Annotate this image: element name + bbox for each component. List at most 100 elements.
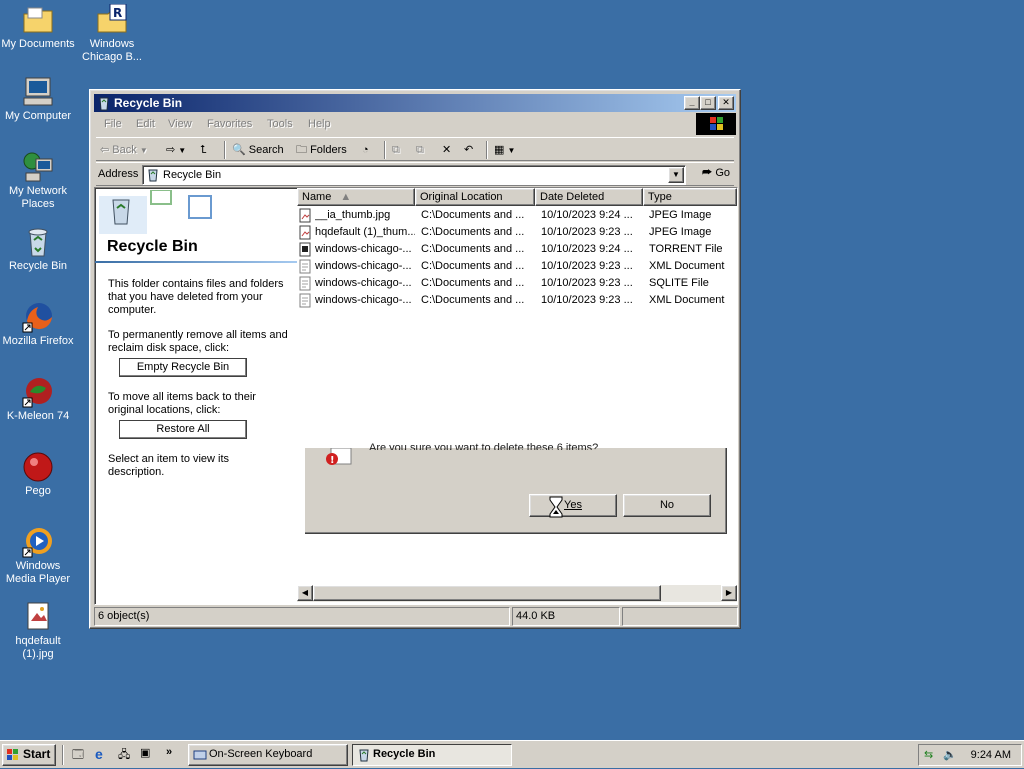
column-header-type[interactable]: Type [643, 188, 737, 206]
folders-button[interactable]: 🗀 Folders [296, 141, 347, 159]
select-hint: Select an item to view its description. [108, 453, 230, 478]
table-row[interactable]: windows-chicago-... C:\Documents and ...… [297, 241, 737, 258]
media-icon[interactable]: ▣ [140, 746, 150, 759]
toolbar-separator [486, 141, 488, 159]
forward-button[interactable]: ⇨ ▼ [166, 141, 186, 159]
title-bar[interactable]: Recycle Bin _ □ ✕ [94, 94, 736, 112]
desktop-icon-label: Windows [89, 38, 135, 50]
address-input[interactable]: Recycle Bin ▼ [142, 165, 686, 185]
back-button[interactable]: ⇦ Back ▼ [100, 141, 148, 159]
undo-icon: ↶ [464, 144, 474, 156]
hourglass-cursor-icon [549, 496, 563, 518]
desktop-icon-label: My Network [8, 185, 68, 197]
menu-tools[interactable]: Tools [267, 118, 293, 130]
copy-to-icon: ⧉ [416, 144, 424, 156]
scroll-thumb[interactable] [313, 585, 661, 601]
table-row[interactable]: hqdefault (1)_thum... C:\Documents and .… [297, 224, 737, 241]
taskbar: Start 🗔 e 🖧 ▣ » On-Screen Keyboard Recyc… [0, 740, 1024, 768]
toolbar-separator [224, 141, 226, 159]
pego-icon [22, 451, 54, 483]
minimize-button[interactable]: _ [684, 96, 700, 110]
horizontal-scrollbar[interactable]: ◀ ▶ [297, 585, 737, 602]
desktop-icon-hqdefault[interactable]: hqdefault (1).jpg [0, 601, 76, 661]
chevron-down-icon: ▼ [672, 170, 680, 179]
recycle-bin-banner-icon [99, 189, 219, 236]
restore-hint: To move all items back to their original… [108, 391, 256, 416]
status-size: 44.0 KB [512, 607, 620, 626]
cell-location: C:\Documents and ... [421, 209, 525, 221]
copy-to-button[interactable]: ⧉ [416, 141, 424, 159]
task-on-screen-keyboard[interactable]: On-Screen Keyboard [188, 744, 348, 766]
desktop-icon-label: Windows [15, 560, 61, 572]
desktop-icon-media-player[interactable]: Windows Media Player [0, 526, 76, 586]
network-icon[interactable]: 🖧 [118, 746, 130, 765]
go-button[interactable]: ⮫ Go [702, 167, 730, 180]
maximize-button[interactable]: □ [700, 96, 716, 110]
task-recycle-bin[interactable]: Recycle Bin [352, 744, 512, 766]
history-button[interactable]: ◔ [362, 141, 369, 159]
delete-button[interactable]: ✕ [442, 141, 451, 159]
cell-location: C:\Documents and ... [421, 294, 525, 306]
desktop-icon-label: Pego [25, 485, 51, 497]
menu-favorites[interactable]: Favorites [207, 118, 252, 130]
sqlite-file-icon [299, 276, 312, 291]
address-dropdown-button[interactable]: ▼ [668, 167, 684, 183]
column-header-original-location[interactable]: Original Location [415, 188, 535, 206]
empty-recycle-bin-button[interactable]: Empty Recycle Bin [119, 358, 247, 377]
warning-icon: ! [323, 447, 355, 468]
table-row[interactable]: windows-chicago-... C:\Documents and ...… [297, 292, 737, 309]
panel-divider [95, 261, 297, 263]
yes-button[interactable]: Yes [529, 494, 617, 517]
desktop-icon-windows-chicago[interactable]: R Windows Chicago B... [74, 3, 150, 64]
scroll-left-button[interactable]: ◀ [297, 585, 313, 601]
desktop-icon-firefox[interactable]: Mozilla Firefox [0, 301, 76, 348]
up-folder-button[interactable]: ⮤ [200, 141, 207, 159]
desktop-icon-my-documents[interactable]: My Documents [0, 4, 76, 51]
views-button[interactable]: ▦ ▼ [494, 141, 515, 159]
menu-bar: File Edit View Favorites Tools Help [96, 114, 696, 134]
restore-all-button[interactable]: Restore All [119, 420, 247, 439]
menu-help[interactable]: Help [308, 118, 331, 130]
desktop-icon-pego[interactable]: Pego [0, 451, 76, 498]
chevron-down-icon: ▼ [178, 146, 187, 155]
column-header-name[interactable]: Name ▲ [297, 188, 415, 206]
table-row[interactable]: __ia_thumb.jpg C:\Documents and ... 10/1… [297, 207, 737, 224]
search-button[interactable]: 🔍 Search [232, 141, 284, 159]
speaker-tray-icon[interactable]: 🔈 [943, 748, 957, 761]
table-row[interactable]: windows-chicago-... C:\Documents and ...… [297, 275, 737, 292]
image-file-icon [22, 601, 54, 633]
menu-file[interactable]: File [104, 118, 122, 130]
taskbar-separator [62, 745, 64, 765]
torrent-file-icon [299, 242, 312, 257]
jpeg-file-icon [299, 208, 312, 223]
desktop-icon-my-network[interactable]: My Network Places [0, 151, 76, 211]
info-panel: Recycle Bin This folder contains files a… [95, 188, 297, 604]
recycle-bin-icon [96, 95, 112, 111]
cell-date: 10/10/2023 9:23 ... [541, 260, 633, 272]
close-button[interactable]: ✕ [718, 96, 734, 110]
chevron-double-right-icon[interactable]: » [166, 746, 172, 758]
svg-text:R: R [113, 6, 122, 20]
column-header-date-deleted[interactable]: Date Deleted [535, 188, 643, 206]
recycle-bin-window: Recycle Bin _ □ ✕ File Edit View Favorit… [89, 89, 741, 629]
start-button[interactable]: Start [2, 744, 56, 766]
cell-location: C:\Documents and ... [421, 277, 525, 289]
network-tray-icon[interactable]: ⇆ [924, 748, 933, 761]
undo-button[interactable]: ↶ [464, 141, 473, 159]
table-row[interactable]: windows-chicago-... C:\Documents and ...… [297, 258, 737, 275]
no-button[interactable]: No [623, 494, 711, 517]
forward-arrow-icon: ⇨ [166, 144, 176, 156]
menu-edit[interactable]: Edit [136, 118, 155, 130]
scroll-right-button[interactable]: ▶ [721, 585, 737, 601]
recycle-bin-icon [22, 226, 54, 258]
svg-text:!: ! [330, 455, 335, 466]
internet-explorer-icon[interactable]: e [95, 746, 103, 762]
move-to-button[interactable]: ⧉ [392, 141, 400, 159]
xml-file-icon [299, 293, 312, 308]
desktop-icon-recycle-bin[interactable]: Recycle Bin [0, 226, 76, 273]
clock[interactable]: 9:24 AM [971, 749, 1011, 761]
desktop-icon-kmeleon[interactable]: K-Meleon 74 [0, 376, 76, 423]
show-desktop-icon[interactable]: 🗔 [72, 746, 84, 765]
desktop-icon-my-computer[interactable]: My Computer [0, 76, 76, 123]
menu-view[interactable]: View [168, 118, 192, 130]
